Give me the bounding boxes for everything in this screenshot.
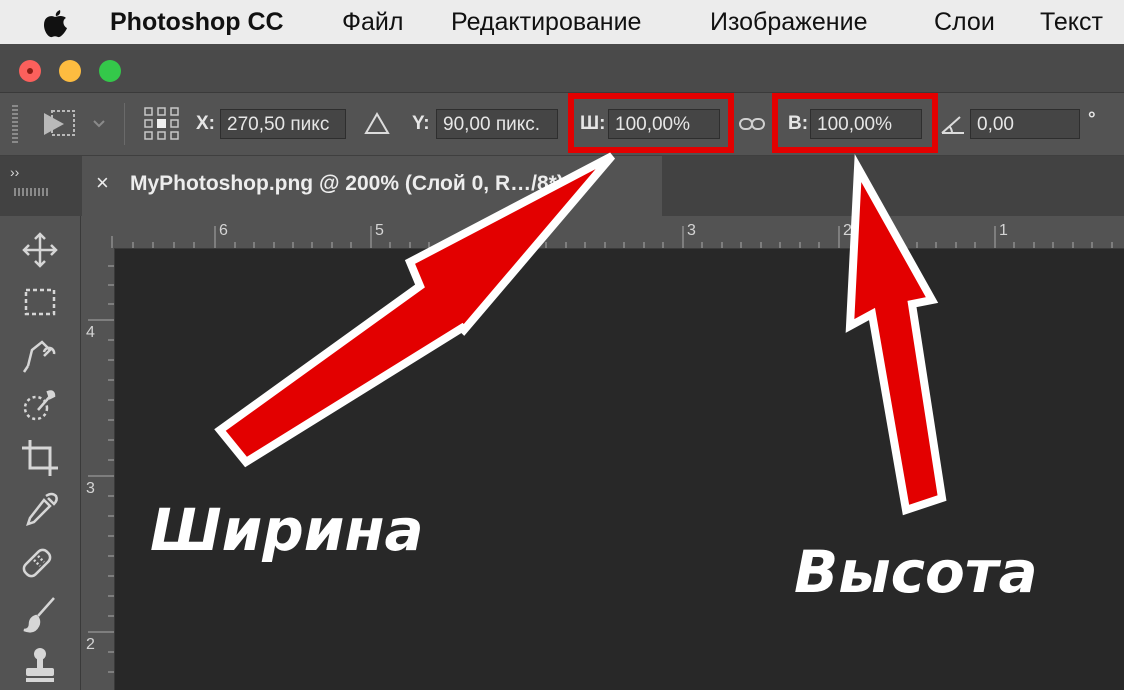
height-annotation-label: Высота	[794, 538, 1038, 606]
width-annotation-label: Ширина	[150, 496, 424, 564]
height-arrow-icon	[845, 153, 947, 516]
width-arrow-icon	[214, 152, 616, 468]
